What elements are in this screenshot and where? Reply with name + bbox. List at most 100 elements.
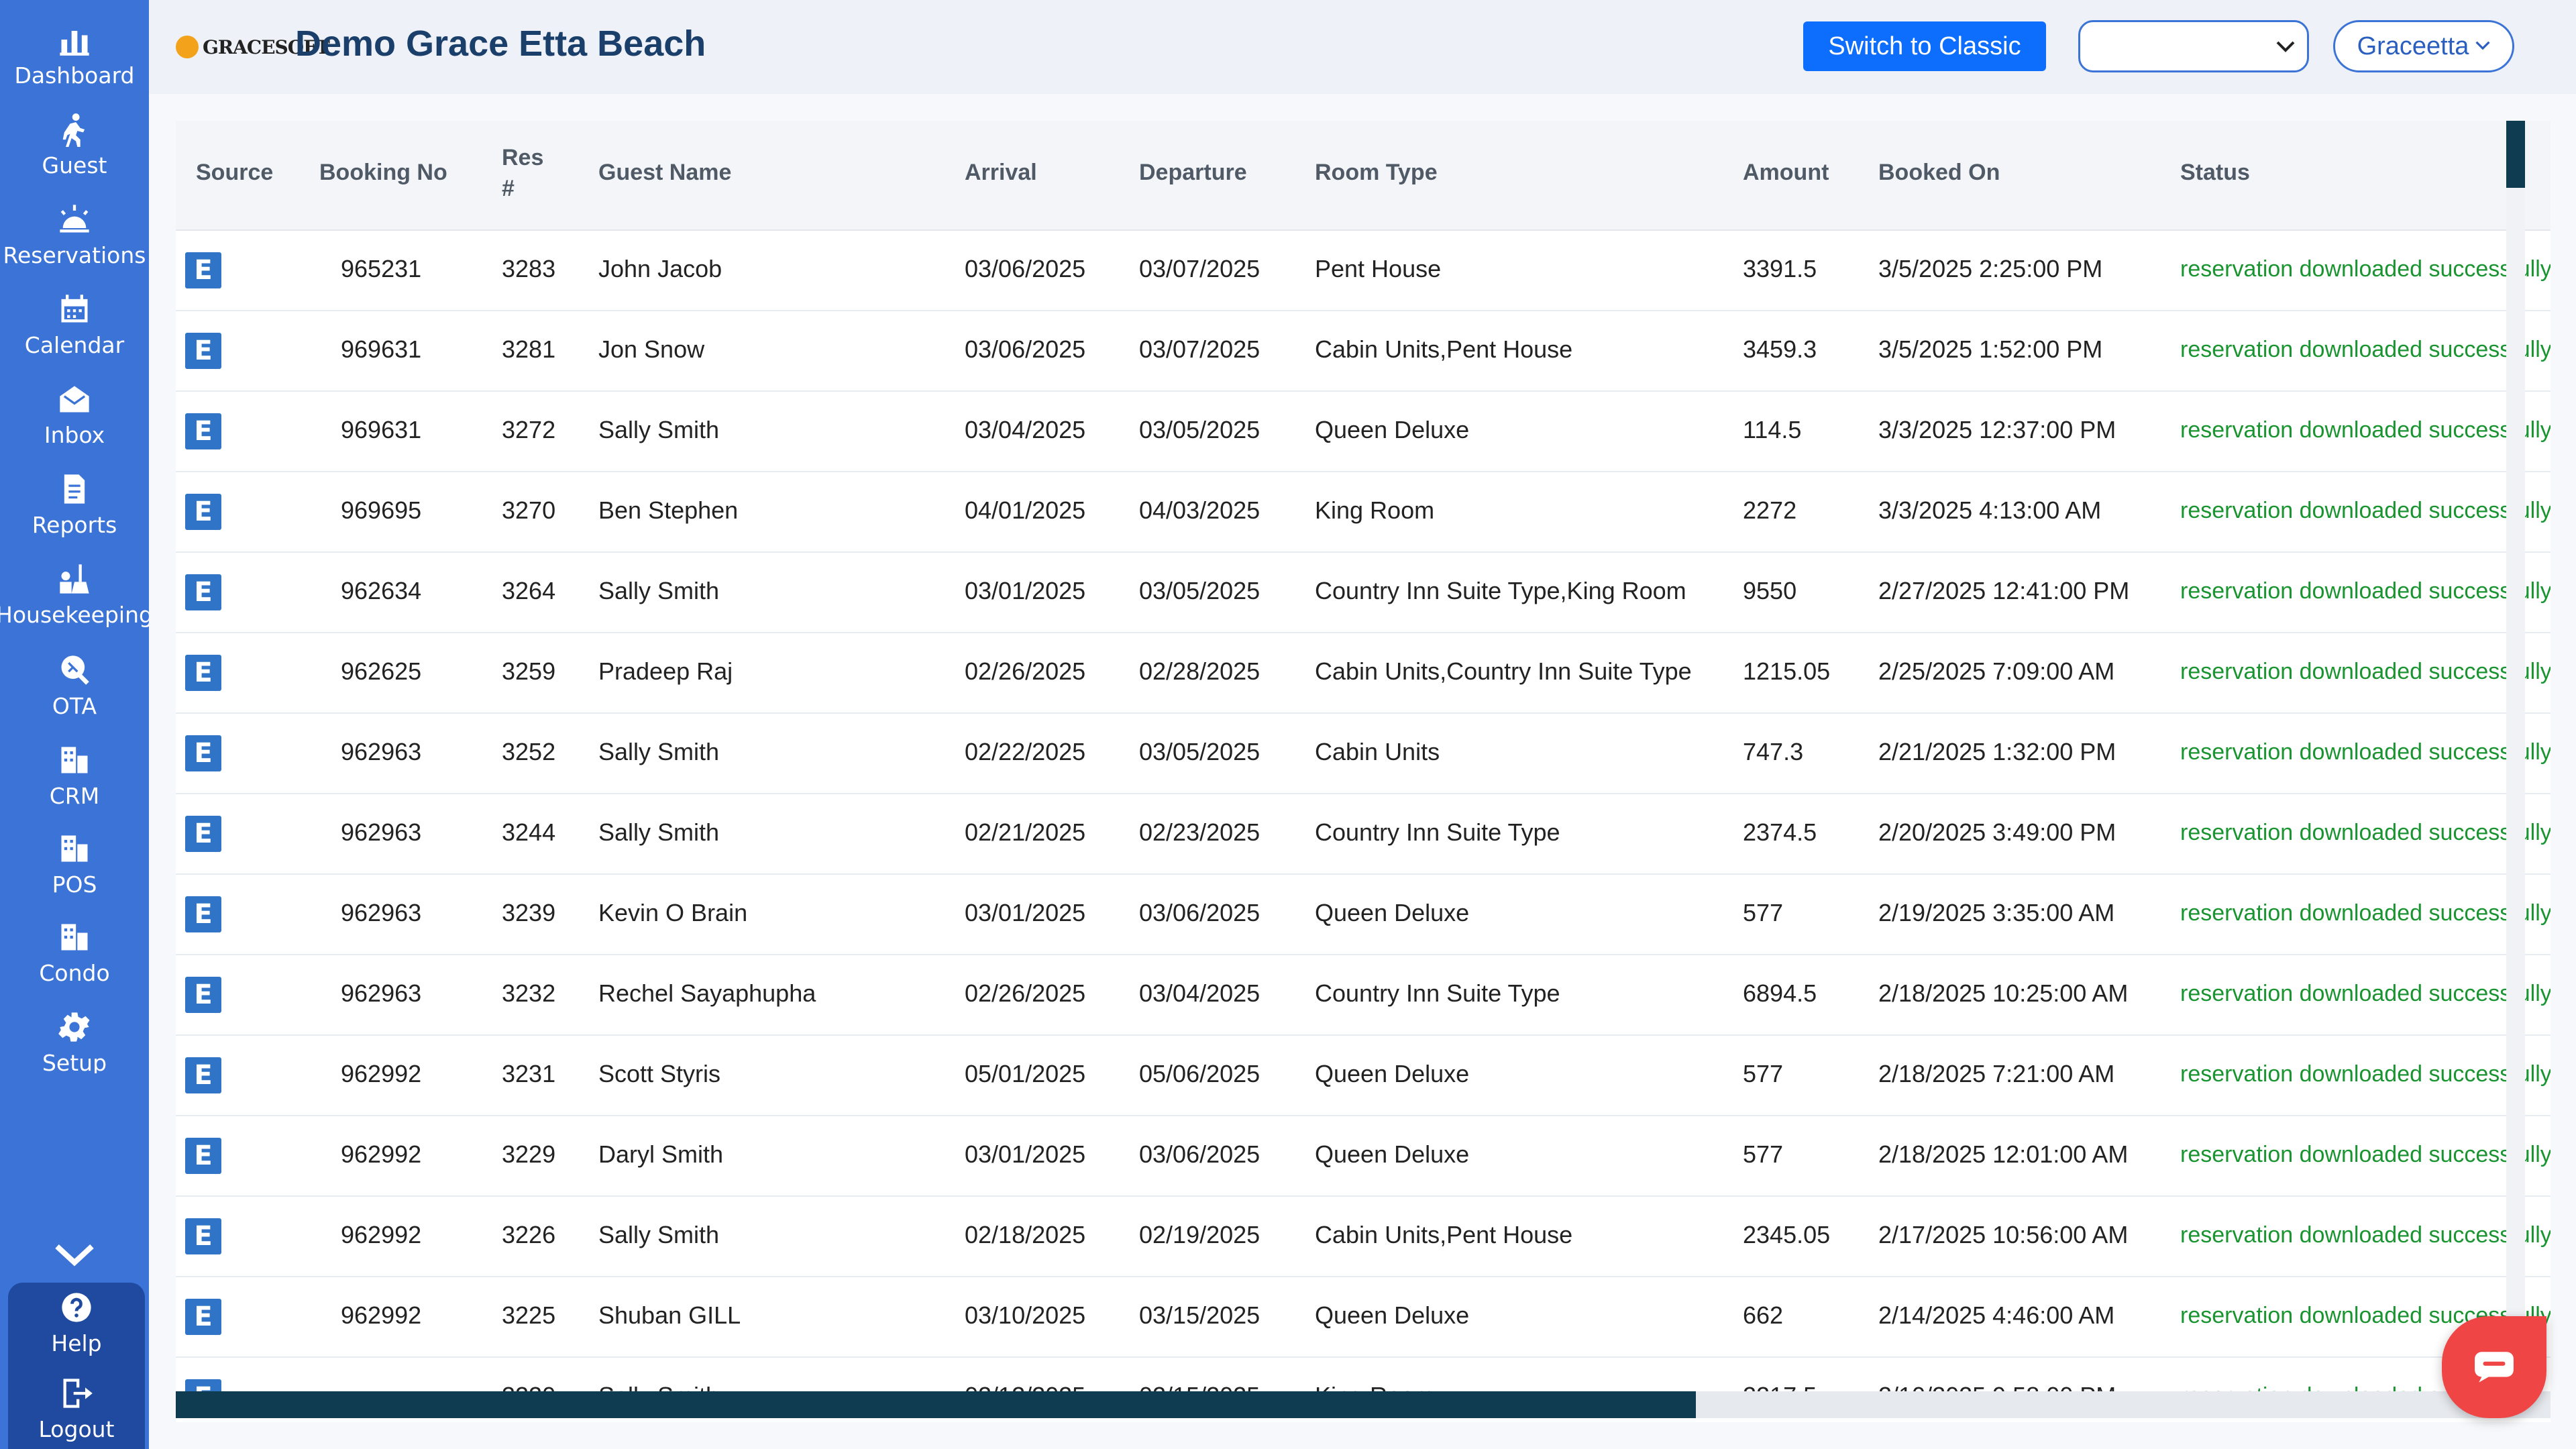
table-row[interactable]: E 962963 3244 Sally Smith 02/21/2025 02/23/20… (176, 794, 2551, 875)
cell-status: reservation downloaded successfully (2180, 1142, 2551, 1167)
sidebar-scroll-down[interactable] (0, 1221, 149, 1288)
cell-res-number: 3264 (502, 577, 556, 604)
table-row[interactable]: E 969695 3270 Ben Stephen 04/01/2025 04/03/20… (176, 472, 2551, 553)
sidebar-item-pos[interactable]: POS (0, 824, 149, 904)
cell-guest-name: John Jacob (598, 255, 722, 282)
cell-status: reservation downloaded successfully (2180, 1061, 2551, 1087)
sidebar-item-ota[interactable]: OTA (0, 645, 149, 726)
cell-departure: 02/28/2025 (1139, 657, 1260, 685)
table-row[interactable]: E 969631 3281 Jon Snow 03/06/2025 03/07/2025 C… (176, 311, 2551, 392)
column-header-source[interactable]: Source (196, 160, 273, 186)
column-header-room-type[interactable]: Room Type (1315, 160, 1438, 186)
sidebar-item-label: OTA (52, 692, 97, 719)
source-badge-icon: E (185, 816, 221, 852)
cell-amount: 9550 (1743, 577, 1797, 604)
cell-amount: 577 (1743, 899, 1784, 926)
chevron-down-icon (2475, 41, 2490, 50)
cell-booking-no: 962963 (341, 899, 422, 926)
cell-departure: 03/06/2025 (1139, 1140, 1260, 1168)
cell-res-number: 3226 (502, 1221, 556, 1248)
column-header-arrival[interactable]: Arrival (965, 160, 1037, 186)
sidebar-item-reservations[interactable]: Reservations (0, 195, 149, 275)
table-row[interactable]: E 962992 3226 Sally Smith 02/18/2025 02/19/20… (176, 1197, 2551, 1277)
column-header-booking-no[interactable]: Booking No (319, 160, 447, 186)
cell-booking-no: 962992 (341, 1221, 422, 1248)
chat-button[interactable] (2442, 1316, 2546, 1418)
user-menu-button[interactable]: Graceetta (2333, 20, 2514, 72)
sidebar-item-condo[interactable]: Condo (0, 912, 149, 993)
table-row[interactable]: E 962992 3229 Daryl Smith 03/01/2025 03/06/20… (176, 1116, 2551, 1197)
sidebar-item-label: Dashboard (14, 62, 135, 89)
cell-room-type: Pent House (1315, 255, 1442, 282)
source-badge-icon: E (185, 252, 221, 288)
cell-amount: 6894.5 (1743, 979, 1817, 1007)
table-row[interactable]: E 969631 3272 Sally Smith 03/04/2025 03/05/20… (176, 392, 2551, 472)
column-header-amount[interactable]: Amount (1743, 160, 1829, 186)
calendar-icon (61, 294, 88, 322)
column-header-res[interactable]: Res # (502, 142, 543, 204)
cell-booked-on: 2/27/2025 12:41:00 PM (1878, 577, 2130, 604)
logout-button[interactable]: Logout (8, 1368, 145, 1449)
switch-to-classic-button[interactable]: Switch to Classic (1803, 21, 2046, 71)
cell-arrival: 03/01/2025 (965, 577, 1086, 604)
property-select[interactable] (2078, 20, 2309, 72)
sidebar-item-inbox[interactable]: Inbox (0, 374, 149, 455)
cell-amount: 747.3 (1743, 738, 1804, 765)
table-row[interactable]: E 962963 3252 Sally Smith 02/22/2025 03/05/20… (176, 714, 2551, 794)
sidebar-item-setup[interactable]: Setup (0, 1002, 149, 1073)
cell-amount: 577 (1743, 1140, 1784, 1168)
cell-room-type: Country Inn Suite Type,King Room (1315, 577, 1686, 604)
sidebar-item-housekeeping[interactable]: Housekeeping (0, 554, 149, 635)
vertical-scrollbar-thumb[interactable] (2506, 121, 2525, 188)
cell-room-type: Queen Deluxe (1315, 1060, 1470, 1087)
cell-amount: 2374.5 (1743, 818, 1817, 846)
sidebar-item-guest[interactable]: Guest (0, 105, 149, 185)
cell-room-type: Country Inn Suite Type (1315, 818, 1560, 846)
table-row[interactable]: E 962634 3264 Sally Smith 03/01/2025 03/05/20… (176, 553, 2551, 633)
sidebar-item-dashboard[interactable]: Dashboard (0, 15, 149, 95)
cell-booking-no: 969695 (341, 496, 422, 524)
vertical-scrollbar[interactable] (2506, 121, 2525, 1391)
table-row[interactable]: E 962992 3231 Scott Styris 05/01/2025 05/06/2… (176, 1036, 2551, 1116)
cell-arrival: 02/26/2025 (965, 657, 1086, 685)
sidebar-item-crm[interactable]: CRM (0, 735, 149, 816)
cell-room-type: King Room (1315, 496, 1435, 524)
condo-icon (61, 924, 88, 950)
cell-status: reservation downloaded successfully (2180, 1222, 2551, 1248)
cell-status: reservation downloaded successfully (2180, 417, 2551, 443)
cell-departure: 05/06/2025 (1139, 1060, 1260, 1087)
chevron-down-icon (55, 1244, 94, 1267)
cell-status: reservation downloaded successfully (2180, 256, 2551, 282)
cell-departure: 03/05/2025 (1139, 577, 1260, 604)
cell-arrival: 03/01/2025 (965, 1140, 1086, 1168)
horizontal-scrollbar-thumb[interactable] (176, 1391, 1696, 1418)
column-header-departure[interactable]: Departure (1139, 160, 1247, 186)
cell-booked-on: 2/18/2025 12:01:00 AM (1878, 1140, 2129, 1168)
table-row[interactable]: E 962992 3225 Shuban GILL 03/10/2025 03/15/20… (176, 1277, 2551, 1358)
sidebar-item-reports[interactable]: Reports (0, 464, 149, 545)
cell-res-number: 3281 (502, 335, 556, 363)
table-row[interactable]: E 962625 3259 Pradeep Raj 02/26/2025 02/28/20… (176, 633, 2551, 714)
cell-departure: 03/07/2025 (1139, 255, 1260, 282)
table-row[interactable]: E 962963 3239 Kevin O Brain 03/01/2025 03/06/… (176, 875, 2551, 955)
sidebar-item-label: Calendar (24, 331, 125, 358)
column-header-status[interactable]: Status (2180, 160, 2250, 186)
cell-booked-on: 2/19/2025 3:35:00 AM (1878, 899, 2115, 926)
reports-icon (64, 474, 85, 504)
sidebar-item-label: Reports (32, 511, 117, 538)
cell-arrival: 02/18/2025 (965, 1221, 1086, 1248)
cell-guest-name: Sally Smith (598, 577, 720, 604)
sidebar-item-calendar[interactable]: Calendar (0, 284, 149, 365)
column-header-guest-name[interactable]: Guest Name (598, 160, 731, 186)
column-header-booked-on[interactable]: Booked On (1878, 160, 2000, 186)
horizontal-scrollbar[interactable] (176, 1391, 2551, 1418)
cell-booking-no: 962634 (341, 577, 422, 604)
sidebar: Dashboard Guest Reservations Calendar In… (0, 0, 149, 1449)
table-row[interactable]: E 965231 3283 John Jacob 03/06/2025 03/07/202… (176, 231, 2551, 311)
cell-booked-on: 2/18/2025 10:25:00 AM (1878, 979, 2129, 1007)
table-row[interactable]: E 962963 3232 Rechel Sayaphupha 02/26/2025 03… (176, 955, 2551, 1036)
help-button[interactable]: Help (8, 1283, 145, 1363)
cell-status: reservation downloaded successfully (2180, 337, 2551, 362)
cell-arrival: 02/21/2025 (965, 818, 1086, 846)
cell-booking-no: 962963 (341, 818, 422, 846)
